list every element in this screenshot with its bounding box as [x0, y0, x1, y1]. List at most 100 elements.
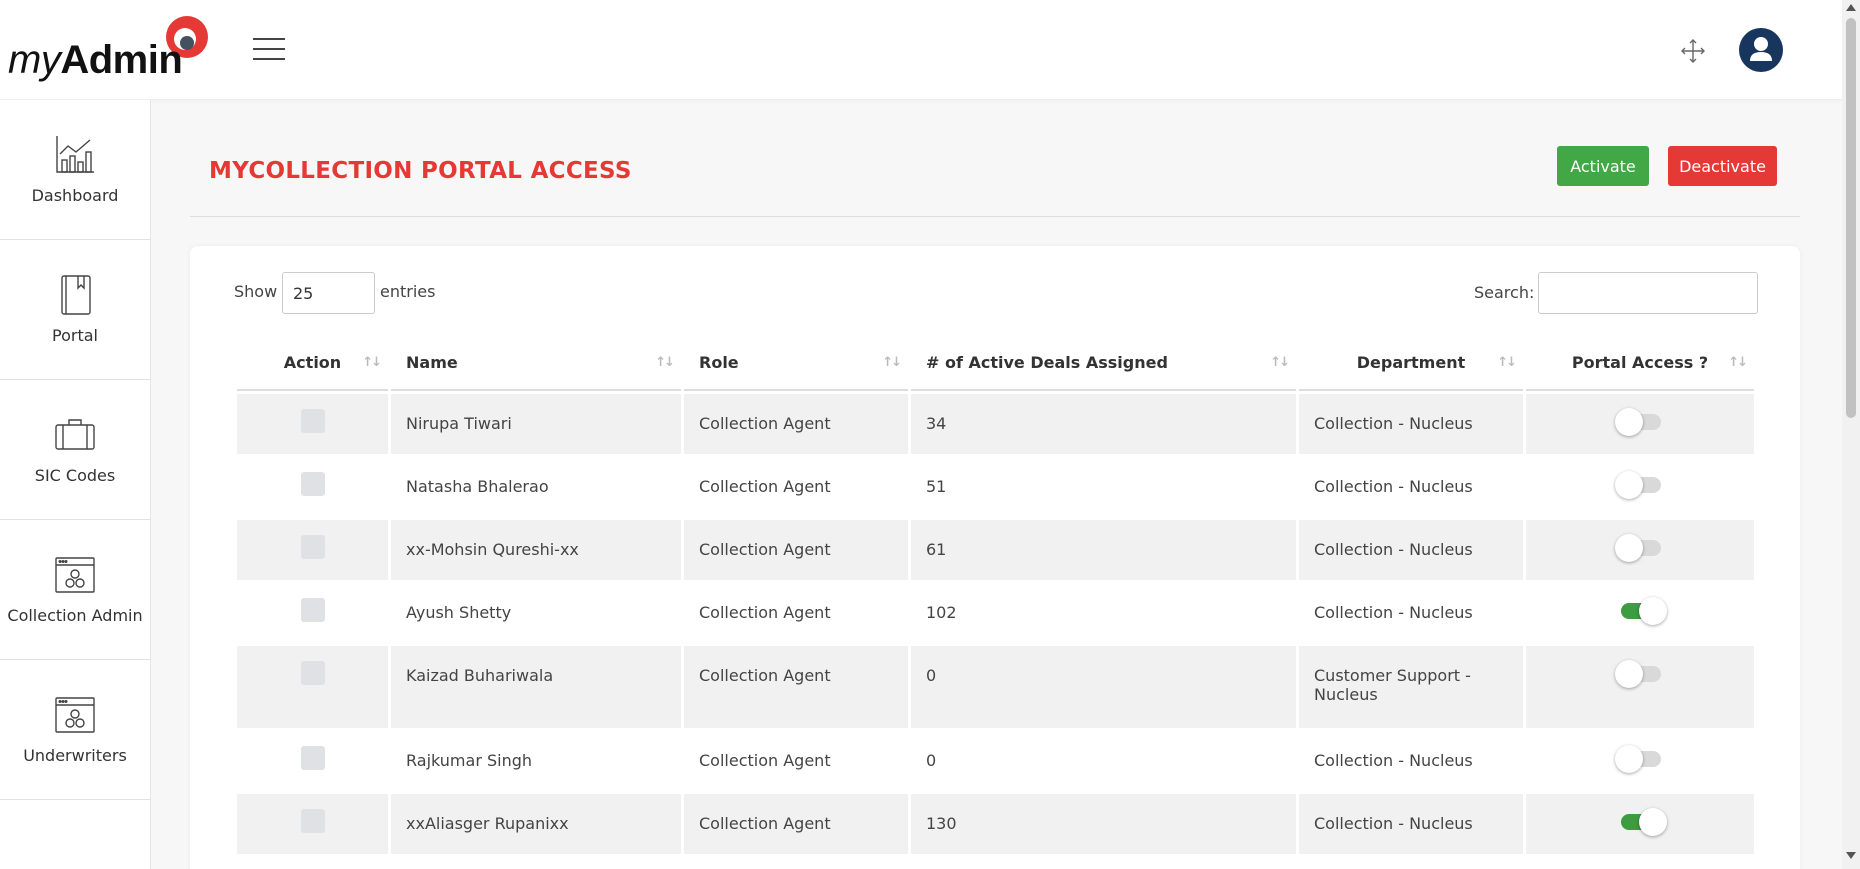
column-header-department[interactable]: Department ↑↓ [1299, 335, 1523, 391]
user-avatar-icon[interactable] [1739, 28, 1783, 72]
action-cell [237, 731, 388, 791]
portal-access-toggle[interactable] [1615, 660, 1665, 688]
sort-icon: ↑↓ [1270, 355, 1290, 370]
row-checkbox[interactable] [300, 661, 325, 685]
sidebar-item-sic-codes[interactable]: SIC Codes [0, 380, 150, 520]
sidebar-item-portal[interactable]: Portal [0, 240, 150, 380]
portal-access-cell [1526, 394, 1754, 454]
name-cell: Kaizad Buhariwala [391, 646, 681, 728]
portal-access-toggle[interactable] [1615, 808, 1667, 836]
department-cell: Collection - Nucleus [1299, 394, 1523, 454]
portal-access-toggle[interactable] [1615, 471, 1665, 499]
deals-cell: 51 [911, 457, 1296, 517]
sidebar-item-dashboard[interactable]: Dashboard [0, 100, 150, 240]
show-label: Show [234, 282, 278, 301]
role-cell: Collection Agent [684, 394, 908, 454]
table-row: xxAliasger Rupanixx Collection Agent 130 Co… [237, 794, 1754, 854]
action-cell [237, 646, 388, 728]
table-row: Rajkumar Singh Collection Agent 0 Collectio… [237, 731, 1754, 791]
name-cell: Natasha Bhalerao [391, 457, 681, 517]
column-header-portal-access[interactable]: Portal Access ? ↑↓ [1526, 335, 1754, 391]
sort-icon: ↑↓ [1728, 355, 1748, 370]
main-content: MYCOLLECTION PORTAL ACCESS Activate Deac… [152, 100, 1842, 869]
sort-icon: ↑↓ [362, 355, 382, 370]
top-header: myAdmin [0, 0, 1842, 100]
column-header-deals[interactable]: # of Active Deals Assigned ↑↓ [911, 335, 1296, 391]
row-checkbox[interactable] [300, 746, 325, 770]
action-cell [237, 394, 388, 454]
scroll-thumb[interactable] [1846, 18, 1856, 418]
sort-icon: ↑↓ [1497, 355, 1517, 370]
row-checkbox[interactable] [300, 472, 325, 496]
name-cell: Nirupa Tiwari [391, 394, 681, 454]
scroll-up-icon[interactable] [1846, 4, 1856, 11]
deactivate-button[interactable]: Deactivate [1668, 146, 1777, 186]
entries-select[interactable] [282, 272, 375, 314]
table-row: Natasha Bhalerao Collection Agent 51 Collec… [237, 457, 1754, 517]
column-header-role[interactable]: Role ↑↓ [684, 335, 908, 391]
portal-access-cell [1526, 520, 1754, 580]
department-cell: Collection - Nucleus [1299, 457, 1523, 517]
sidebar-item-underwriters[interactable]: Underwriters [0, 660, 150, 800]
name-cell: xx-Mohsin Qureshi-xx [391, 520, 681, 580]
logo-text-my: my [8, 38, 61, 82]
deals-cell: 130 [911, 794, 1296, 854]
sidebar-label-sic-codes: SIC Codes [34, 466, 116, 485]
myadmin-logo[interactable]: myAdmin [8, 14, 213, 84]
name-cell: Ayush Shetty [391, 583, 681, 643]
action-cell [237, 457, 388, 517]
portal-access-cell [1526, 457, 1754, 517]
department-cell: Collection - Nucleus [1299, 794, 1523, 854]
deals-cell: 0 [911, 646, 1296, 728]
search-input[interactable] [1538, 272, 1758, 314]
column-header-label: Portal Access ? [1571, 352, 1709, 372]
data-table: Action ↑↓ Name ↑↓ Role ↑↓ # of Active Deals… [234, 332, 1756, 857]
sidebar-label-collection-admin: Collection Admin [7, 606, 143, 625]
role-cell: Collection Agent [684, 520, 908, 580]
row-checkbox[interactable] [300, 598, 325, 622]
column-header-name[interactable]: Name ↑↓ [391, 335, 681, 391]
role-cell: Collection Agent [684, 731, 908, 791]
title-divider [190, 216, 1800, 217]
table-row: Kaizad Buhariwala Collection Agent 0 Custom… [237, 646, 1754, 728]
deals-cell: 34 [911, 394, 1296, 454]
expand-arrows-icon[interactable] [1680, 38, 1706, 64]
settings-window-icon [55, 697, 95, 733]
action-cell [237, 583, 388, 643]
deals-cell: 102 [911, 583, 1296, 643]
briefcase-icon [55, 419, 95, 450]
row-checkbox[interactable] [300, 809, 325, 833]
sidebar-label-portal: Portal [52, 326, 98, 345]
column-header-action[interactable]: Action ↑↓ [237, 335, 388, 391]
role-cell: Collection Agent [684, 583, 908, 643]
role-cell: Collection Agent [684, 794, 908, 854]
portal-access-toggle[interactable] [1615, 408, 1665, 436]
department-cell: Collection - Nucleus [1299, 583, 1523, 643]
scroll-down-icon[interactable] [1846, 852, 1856, 859]
department-cell: Collection - Nucleus [1299, 520, 1523, 580]
page-title: MYCOLLECTION PORTAL ACCESS [209, 158, 632, 184]
logo-dot [180, 36, 194, 50]
sidebar-label-dashboard: Dashboard [31, 186, 119, 205]
sidebar: Dashboard Portal SIC Codes Collection Ad… [0, 100, 151, 869]
portal-access-toggle[interactable] [1615, 597, 1667, 625]
search-label: Search: [1474, 283, 1535, 302]
activate-button[interactable]: Activate [1557, 146, 1649, 186]
column-header-label: Department [1356, 352, 1466, 372]
sidebar-item-collection-admin[interactable]: Collection Admin [0, 520, 150, 660]
table-card: Show entries Search: Action ↑↓ Name ↑↓ Rol… [190, 246, 1800, 869]
deals-cell: 61 [911, 520, 1296, 580]
action-cell [237, 520, 388, 580]
hamburger-icon[interactable] [253, 38, 285, 62]
name-cell: Rajkumar Singh [391, 731, 681, 791]
portal-access-toggle[interactable] [1615, 745, 1665, 773]
row-checkbox[interactable] [300, 409, 325, 433]
table-row: Ayush Shetty Collection Agent 102 Collectio… [237, 583, 1754, 643]
page-scrollbar[interactable] [1842, 0, 1860, 869]
role-cell: Collection Agent [684, 646, 908, 728]
department-cell: Customer Support - Nucleus [1299, 646, 1523, 728]
row-checkbox[interactable] [300, 535, 325, 559]
name-cell: xxAliasger Rupanixx [391, 794, 681, 854]
portal-access-toggle[interactable] [1615, 534, 1665, 562]
column-header-label: # of Active Deals Assigned [926, 352, 1168, 372]
